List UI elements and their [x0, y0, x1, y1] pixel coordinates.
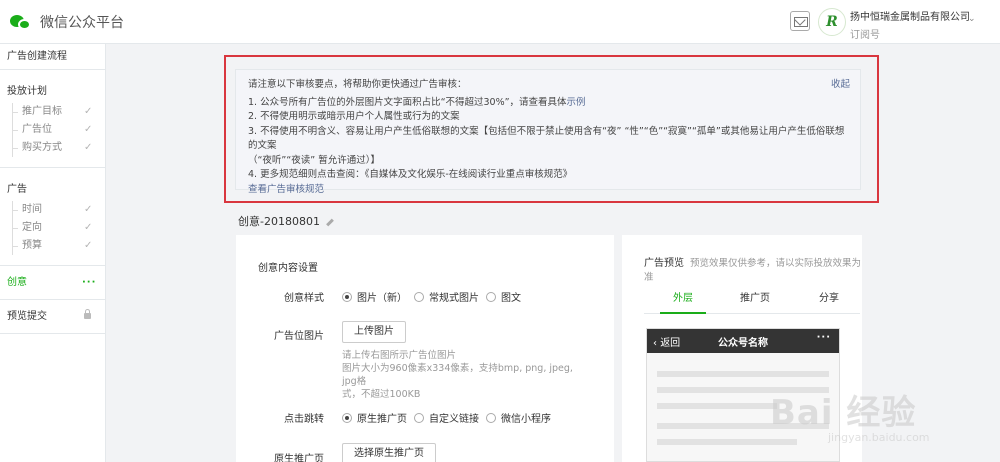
check-icon: ✓	[84, 240, 93, 251]
sidebar-item-promotion-goal[interactable]: 推广目标 ✓	[0, 103, 105, 121]
notice-item: 2. 不得使用明示或暗示用户个人属性或行为的文案	[248, 111, 460, 122]
avatar[interactable]: R	[818, 8, 846, 36]
jump-option-custom-link[interactable]: 自定义链接	[414, 410, 479, 425]
mail-icon[interactable]	[790, 11, 810, 31]
check-icon: ✓	[84, 204, 93, 215]
account-info[interactable]: 扬中恒瑞金属制品有限公司 订阅号	[850, 8, 970, 41]
jump-option-native-page[interactable]: 原生推广页	[342, 410, 407, 425]
sidebar-item-preview-submit[interactable]: 预览提交	[0, 300, 105, 334]
watermark-text: Bai 经验	[770, 393, 917, 433]
style-option-regular-image[interactable]: 常规式图片	[414, 289, 479, 304]
tab-outer[interactable]: 外层	[660, 292, 706, 314]
preview-title: 广告预览	[644, 258, 684, 269]
top-header: 微信公众平台 R 扬中恒瑞金属制品有限公司 订阅号 ⌄	[0, 0, 1000, 44]
phone-nav-bar: ‹ 返回 公众号名称 ···	[647, 329, 839, 353]
radio-label: 自定义链接	[429, 414, 479, 425]
notice-item-text: 1. 公众号所有广告位的外层图片文字面积占比“不得超过30%”，请查看具体	[248, 96, 567, 108]
radio-label: 图片（新）	[357, 293, 407, 304]
jump-option-mini-program[interactable]: 微信小程序	[486, 410, 551, 425]
more-icon[interactable]: ···	[817, 332, 831, 343]
sidebar-item-label: 创意	[7, 277, 27, 288]
sidebar-group-ad: 广告 时间 ✓ 定向 ✓ 预算 ✓	[0, 168, 105, 266]
collapse-link[interactable]: 收起	[831, 78, 850, 93]
sidebar-group-title[interactable]: 广告	[0, 180, 105, 195]
placeholder-line	[657, 403, 777, 409]
hint-line: 图片大小为960像素x334像素，支持bmp, png, jpeg, jpg格	[342, 363, 573, 387]
radio-icon	[486, 412, 496, 423]
upload-hint: 请上传右图所示广告位图片 图片大小为960像素x334像素，支持bmp, png…	[342, 349, 582, 401]
sidebar-item-label: 预算	[22, 240, 42, 251]
sidebar-item-label: 预览提交	[7, 311, 47, 322]
sidebar-item-ad-position[interactable]: 广告位 ✓	[0, 121, 105, 139]
tab-share[interactable]: 分享	[804, 292, 854, 314]
check-icon: ✓	[84, 106, 93, 117]
check-icon: ✓	[84, 222, 93, 233]
style-option-image-text[interactable]: 图文	[486, 289, 521, 304]
sidebar-item-label: 购买方式	[22, 142, 62, 153]
creative-name: 创意-20180801	[238, 213, 334, 229]
sidebar-item-label: 推广目标	[22, 106, 62, 117]
account-type: 订阅号	[850, 30, 880, 41]
hint-line: 式，不超过100KB	[342, 389, 421, 400]
radio-icon	[486, 291, 496, 302]
edit-pencil-icon[interactable]	[326, 218, 334, 226]
notice-title: 请注意以下审核要点，将帮助你更快通过广告审核：	[248, 79, 467, 90]
placeholder-line	[657, 371, 829, 377]
hint-line: 请上传右图所示广告位图片	[342, 350, 457, 361]
view-rules-link[interactable]: 查看广告审核规范	[248, 183, 848, 198]
jump-label: 点击跳转	[284, 414, 324, 425]
preview-header: 广告预览 预览效果仅供参考，请以实际投放效果为准	[644, 257, 862, 285]
tab-promotion-page[interactable]: 推广页	[730, 292, 780, 314]
sidebar-group-plan: 投放计划 推广目标 ✓ 广告位 ✓ 购买方式 ✓	[0, 70, 105, 168]
radio-checked-icon	[342, 291, 352, 302]
watermark-url: jingyan.baidu.com	[828, 431, 930, 444]
ad-image-label: 广告位图片	[274, 331, 324, 342]
notice-item: 1. 公众号所有广告位的外层图片文字面积占比“不得超过30%”，请查看具体示例	[248, 96, 848, 111]
phone-title: 公众号名称	[718, 338, 768, 349]
native-page-label: 原生推广页	[274, 454, 324, 462]
radio-label: 图文	[501, 293, 521, 304]
in-progress-icon: ···	[82, 277, 97, 288]
app-title: 微信公众平台	[40, 15, 124, 31]
example-link[interactable]: 示例	[567, 97, 586, 108]
sidebar-item-budget[interactable]: 预算 ✓	[0, 237, 105, 255]
account-name: 扬中恒瑞金属制品有限公司	[850, 12, 970, 23]
radio-icon	[414, 412, 424, 423]
style-option-image-new[interactable]: 图片（新）	[342, 289, 407, 304]
section-title: 创意内容设置	[258, 263, 318, 274]
sidebar-item-label: 定向	[22, 222, 42, 233]
sidebar-item-label: 时间	[22, 204, 42, 215]
sidebar: 广告创建流程 投放计划 推广目标 ✓ 广告位 ✓ 购买方式 ✓ 广告 时间 ✓ 定向 ✓ …	[0, 44, 106, 462]
creative-form-card: 创意内容设置 创意样式 图片（新） 常规式图片 图文 广告位图片 上传图片 请上…	[236, 235, 614, 462]
creative-name-text: 创意-20180801	[238, 215, 320, 228]
radio-checked-icon	[342, 412, 352, 423]
style-label: 创意样式	[284, 293, 324, 304]
check-icon: ✓	[84, 142, 93, 153]
wechat-logo-icon	[10, 13, 32, 31]
radio-label: 常规式图片	[429, 293, 479, 304]
notice-item: 3. 不得使用不明含义、容易让用户产生低俗联想的文案【包括但不限于禁止使用含有“…	[248, 125, 845, 152]
platform-logo[interactable]: 微信公众平台	[10, 12, 124, 32]
radio-label: 原生推广页	[357, 414, 407, 425]
notice-item: 4. 更多规范细则点击查阅：《自媒体及文化娱乐-在线阅读行业重点审核规范》	[248, 169, 573, 180]
sidebar-title: 广告创建流程	[0, 44, 105, 70]
select-native-page-button[interactable]: 选择原生推广页	[342, 443, 436, 462]
watermark: Bai 经验 jingyan.baidu.com	[770, 385, 990, 455]
check-icon: ✓	[84, 124, 93, 135]
sidebar-item-label: 广告位	[22, 124, 52, 135]
radio-icon	[414, 291, 424, 302]
lock-icon	[84, 309, 91, 319]
preview-tabs: 外层 推广页 分享	[644, 292, 860, 314]
upload-image-button[interactable]: 上传图片	[342, 321, 406, 343]
sidebar-item-targeting[interactable]: 定向 ✓	[0, 219, 105, 237]
sidebar-item-creative[interactable]: 创意 ···	[0, 266, 105, 300]
notice-item: （“夜听”“夜读” 暂允许通过）】	[248, 154, 380, 166]
review-notice: 请注意以下审核要点，将帮助你更快通过广告审核： 1. 公众号所有广告位的外层图片…	[235, 69, 861, 195]
sidebar-item-time[interactable]: 时间 ✓	[0, 201, 105, 219]
radio-label: 微信小程序	[501, 414, 551, 425]
sidebar-item-purchase-method[interactable]: 购买方式 ✓	[0, 139, 105, 157]
chevron-down-icon[interactable]: ⌄	[968, 14, 976, 24]
sidebar-group-title[interactable]: 投放计划	[0, 82, 105, 97]
